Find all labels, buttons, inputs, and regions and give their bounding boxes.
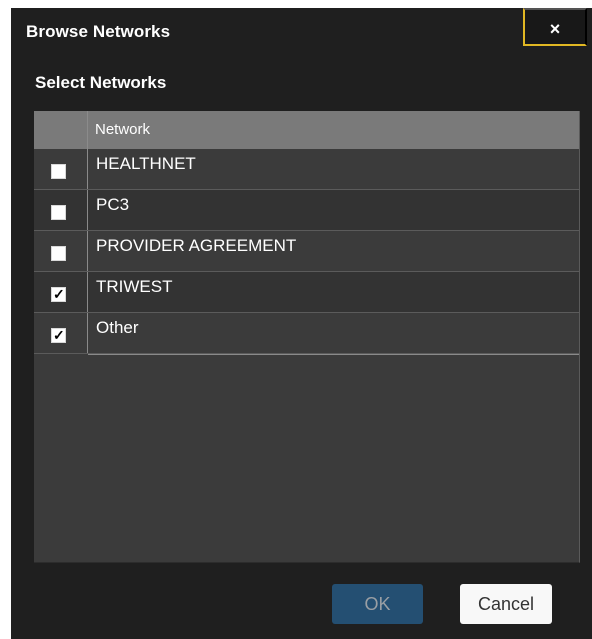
row-checkbox-checked[interactable]: ✓ bbox=[51, 286, 66, 302]
table-row[interactable]: PROVIDER AGREEMENT bbox=[34, 231, 579, 272]
select-cell bbox=[34, 190, 88, 230]
table-row[interactable]: ✓ Other bbox=[34, 313, 579, 354]
table-row[interactable]: PC3 bbox=[34, 190, 579, 231]
row-checkbox[interactable] bbox=[51, 164, 66, 179]
cancel-button[interactable]: Cancel bbox=[460, 584, 552, 624]
network-label: HEALTHNET bbox=[96, 154, 196, 173]
row-checkbox-checked[interactable]: ✓ bbox=[51, 327, 66, 343]
check-icon: ✓ bbox=[53, 286, 65, 302]
table-row[interactable]: HEALTHNET bbox=[34, 149, 579, 190]
dialog-title: Browse Networks bbox=[26, 22, 171, 41]
check-icon: ✓ bbox=[53, 327, 65, 343]
network-label: TRIWEST bbox=[96, 277, 173, 296]
network-label: PC3 bbox=[96, 195, 130, 214]
close-button[interactable]: × bbox=[523, 8, 587, 46]
row-checkbox[interactable] bbox=[51, 205, 66, 220]
row-checkbox[interactable] bbox=[51, 246, 66, 261]
networks-grid: Network HEALTHNET PC3 PROVIDER AGREEMENT… bbox=[34, 111, 580, 563]
close-icon: × bbox=[549, 19, 561, 39]
ok-button[interactable]: OK bbox=[332, 584, 423, 624]
network-column-header: Network bbox=[95, 121, 151, 138]
select-cell: ✓ bbox=[34, 272, 88, 312]
select-cell bbox=[34, 149, 88, 189]
dialog-titlebar: Browse Networks × bbox=[11, 8, 592, 54]
grid-header: Network bbox=[34, 111, 579, 149]
select-cell: ✓ bbox=[34, 313, 88, 353]
table-row[interactable]: ✓ TRIWEST bbox=[34, 272, 579, 313]
network-label: PROVIDER AGREEMENT bbox=[96, 236, 297, 255]
browse-networks-dialog: Browse Networks × Select Networks Networ… bbox=[11, 8, 592, 639]
section-title: Select Networks bbox=[35, 73, 167, 92]
select-cell bbox=[34, 231, 88, 271]
select-column-header bbox=[34, 111, 88, 149]
network-label: Other bbox=[96, 318, 139, 337]
empty-grid-area bbox=[34, 354, 579, 562]
grid-divider bbox=[88, 354, 579, 355]
